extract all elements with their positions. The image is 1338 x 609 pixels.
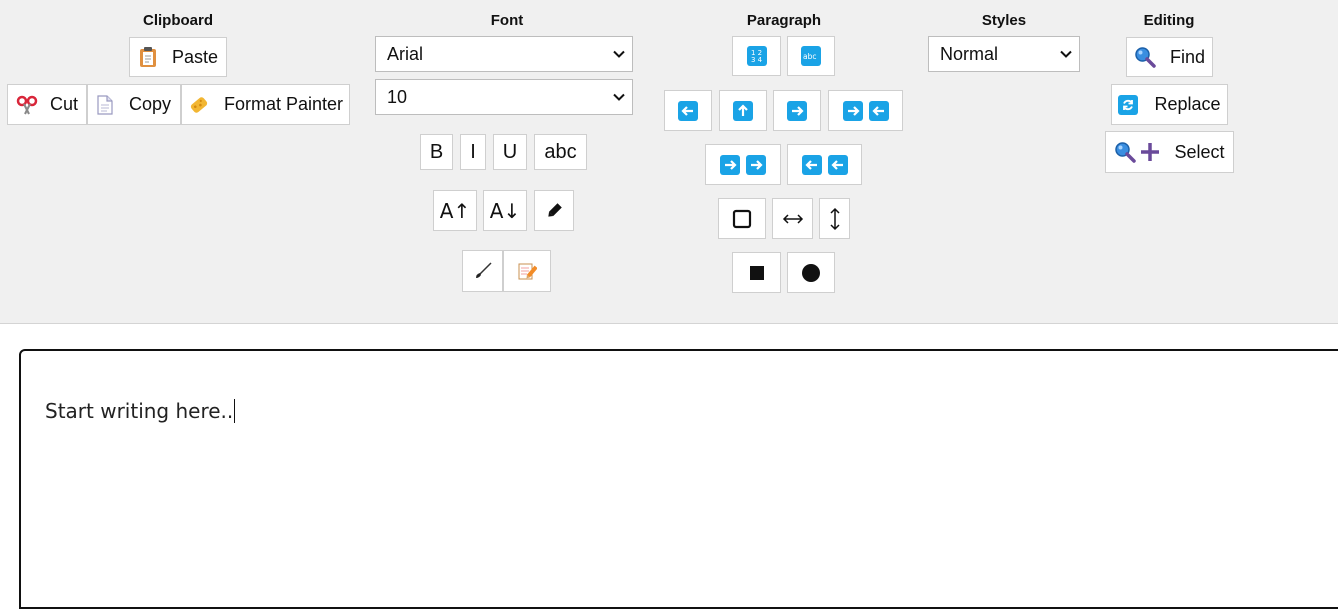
- magnifier-icon: [1134, 46, 1156, 68]
- shading-circle-button[interactable]: [787, 252, 835, 293]
- grow-font-button[interactable]: A↑: [433, 190, 477, 231]
- shading-square-button[interactable]: [732, 252, 781, 293]
- editor-text: Start writing here..: [45, 399, 234, 423]
- select-button[interactable]: Select: [1105, 131, 1234, 173]
- text-caret: [234, 399, 236, 423]
- find-button[interactable]: Find: [1126, 37, 1213, 77]
- copy-document-icon: [97, 94, 113, 115]
- shrink-font-label: A↓: [489, 198, 521, 223]
- font-group-title: Font: [490, 12, 524, 29]
- italic-label: I: [470, 140, 476, 163]
- styles-select[interactable]: Normal: [928, 36, 1080, 72]
- paste-button[interactable]: Paste: [129, 37, 227, 77]
- magnifier-icon: [1114, 141, 1137, 163]
- cut-button[interactable]: Cut: [7, 84, 87, 125]
- styles-value: Normal: [940, 43, 999, 64]
- format-painter-button[interactable]: Format Painter: [181, 84, 350, 125]
- chevron-down-icon: [613, 93, 625, 101]
- arrow-left-icon: [827, 154, 848, 175]
- abc-list-icon: abc: [801, 46, 821, 66]
- underline-button[interactable]: U: [493, 134, 527, 170]
- arrow-right-icon: [746, 154, 766, 175]
- plus-icon: [1140, 142, 1160, 162]
- chevron-down-icon: [1060, 50, 1072, 58]
- font-family-value: Arial: [387, 43, 424, 64]
- vertical-spacing-button[interactable]: [819, 198, 850, 239]
- indent-increase-button[interactable]: [705, 144, 781, 185]
- align-top-button[interactable]: [719, 90, 767, 131]
- svg-text:3 4: 3 4: [751, 56, 763, 64]
- scissors-icon: [16, 95, 38, 115]
- numbered-list-icon: 1 23 4: [746, 46, 767, 66]
- strikethrough-label: abc: [544, 140, 577, 163]
- border-box-button[interactable]: [718, 198, 766, 239]
- find-label: Find: [1169, 46, 1205, 67]
- editor-text-line[interactable]: Start writing here..: [45, 399, 236, 423]
- italic-button[interactable]: I: [460, 134, 486, 170]
- underline-label: U: [502, 140, 518, 163]
- bulleted-list-button[interactable]: abc: [787, 36, 835, 76]
- paragraph-group-title: Paragraph: [746, 12, 822, 29]
- brush-button[interactable]: [462, 250, 503, 292]
- cut-label: Cut: [49, 94, 78, 114]
- clipboard-icon: [138, 46, 158, 68]
- marker-pen-icon: [545, 202, 563, 220]
- format-painter-label: Format Painter: [223, 94, 344, 114]
- refresh-icon: [1118, 94, 1139, 115]
- square-outline-icon: [732, 209, 752, 229]
- bold-button[interactable]: B: [420, 134, 453, 170]
- ribbon-toolbar: Clipboard Paste Cut Copy Format Painter …: [0, 0, 1338, 324]
- align-right-button[interactable]: [773, 90, 821, 131]
- arrow-right-icon: [842, 100, 863, 121]
- align-center-button[interactable]: [828, 90, 903, 131]
- memo-pencil-icon: [517, 261, 537, 281]
- paste-label: Paste: [171, 46, 219, 67]
- grow-font-label: A↑: [439, 198, 471, 223]
- align-left-button[interactable]: [664, 90, 712, 131]
- font-size-value: 10: [387, 86, 408, 107]
- shrink-font-button[interactable]: A↓: [483, 190, 527, 231]
- arrow-left-icon: [868, 100, 889, 121]
- styles-group-title: Styles: [981, 12, 1027, 29]
- paintbrush-icon: [473, 261, 493, 281]
- document-editor[interactable]: Start writing here..: [19, 349, 1338, 609]
- arrow-left-icon: [801, 154, 822, 175]
- clipboard-group-title: Clipboard: [143, 12, 213, 29]
- font-family-select[interactable]: Arial: [375, 36, 633, 72]
- arrow-left-icon: [678, 100, 698, 121]
- black-square-icon: [749, 265, 765, 281]
- select-label: Select: [1174, 141, 1225, 162]
- sponge-icon: [188, 94, 210, 116]
- svg-text:abc: abc: [803, 52, 816, 61]
- arrow-right-icon: [787, 100, 807, 121]
- strikethrough-button[interactable]: abc: [534, 134, 587, 170]
- copy-label: Copy: [128, 94, 172, 114]
- arrow-right-icon: [720, 154, 740, 175]
- highlight-button[interactable]: [534, 190, 574, 231]
- numbered-list-button[interactable]: 1 23 4: [732, 36, 781, 76]
- editing-group-title: Editing: [1143, 12, 1195, 29]
- bold-label: B: [429, 140, 444, 163]
- arrow-up-icon: [733, 100, 753, 121]
- chevron-down-icon: [613, 50, 625, 58]
- replace-button[interactable]: Replace: [1111, 84, 1228, 125]
- black-circle-icon: [801, 263, 821, 283]
- horizontal-spacing-button[interactable]: [772, 198, 813, 239]
- edit-note-button[interactable]: [503, 250, 551, 292]
- font-size-select[interactable]: 10: [375, 79, 633, 115]
- copy-button[interactable]: Copy: [87, 84, 181, 125]
- left-right-arrow-icon: [782, 213, 804, 225]
- replace-label: Replace: [1154, 94, 1221, 114]
- up-down-arrow-icon: [829, 207, 841, 231]
- indent-decrease-button[interactable]: [787, 144, 862, 185]
